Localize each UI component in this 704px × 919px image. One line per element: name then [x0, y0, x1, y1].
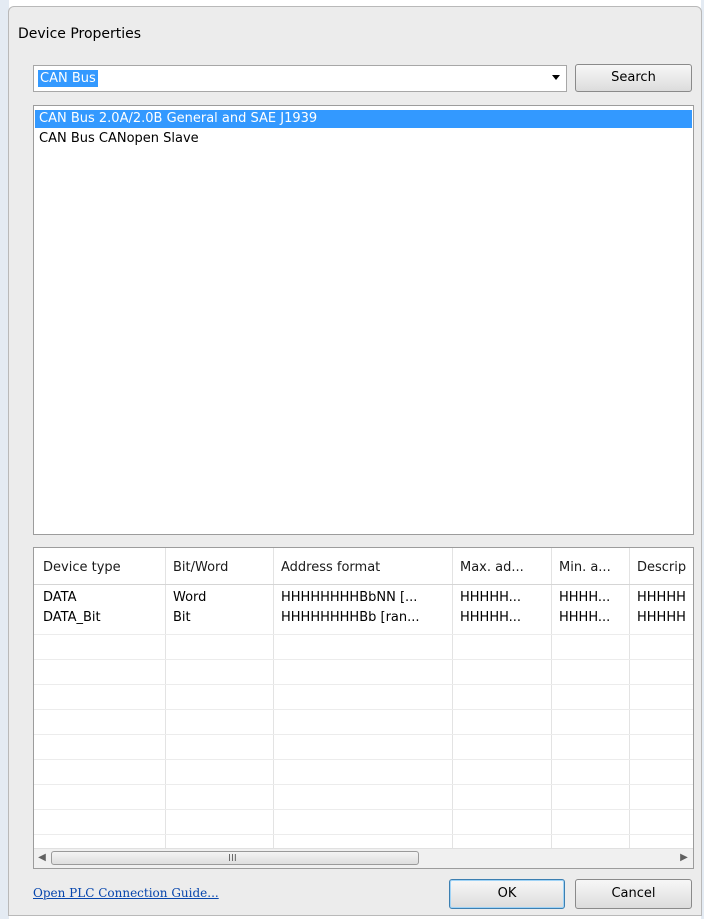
scroll-left-icon[interactable]: ◀: [37, 853, 47, 863]
row-divider: [34, 634, 693, 635]
device-list-item-selected[interactable]: CAN Bus 2.0A/2.0B General and SAE J1939: [35, 110, 692, 128]
row-divider: [34, 834, 693, 835]
scrollbar-thumb[interactable]: III: [51, 851, 419, 865]
row-divider: [34, 759, 693, 760]
chevron-down-icon[interactable]: [552, 75, 560, 80]
dialog-title: Device Properties: [18, 26, 142, 42]
table-cell[interactable]: HHHH...: [559, 588, 627, 608]
row-divider: [34, 784, 693, 785]
ok-button[interactable]: OK: [449, 879, 565, 909]
column-header-max-address[interactable]: Max. ad...: [460, 558, 548, 578]
table-cell[interactable]: HHHHHHHHBb [ran...: [281, 608, 449, 628]
scroll-right-icon[interactable]: ▶: [679, 853, 689, 863]
row-divider: [34, 684, 693, 685]
header-separator: [34, 584, 693, 585]
device-type-table: Device type Bit/Word Address format Max.…: [33, 547, 694, 869]
row-divider: [34, 809, 693, 810]
table-cell[interactable]: HHHHH: [637, 608, 693, 628]
table-cell[interactable]: HHHHHHHHBbNN [...: [281, 588, 449, 608]
column-divider: [452, 548, 453, 848]
horizontal-scrollbar[interactable]: ◀ III ▶: [34, 848, 693, 868]
table-body: Device type Bit/Word Address format Max.…: [34, 548, 693, 848]
table-cell[interactable]: DATA: [43, 588, 161, 608]
column-header-min-address[interactable]: Min. a...: [559, 558, 627, 578]
table-cell[interactable]: HHHHH...: [460, 588, 548, 608]
column-divider: [629, 548, 630, 848]
table-cell[interactable]: Word: [173, 588, 269, 608]
table-cell[interactable]: HHHH...: [559, 608, 627, 628]
search-button[interactable]: Search: [575, 64, 692, 92]
column-header-bit-word[interactable]: Bit/Word: [173, 558, 269, 578]
table-cell[interactable]: HHHHH: [637, 588, 693, 608]
open-plc-connection-guide-link[interactable]: Open PLC Connection Guide...: [33, 886, 219, 900]
column-divider: [551, 548, 552, 848]
device-search-combobox[interactable]: CAN Bus: [33, 65, 567, 92]
column-header-address-format[interactable]: Address format: [281, 558, 449, 578]
device-list-item[interactable]: CAN Bus CANopen Slave: [35, 130, 692, 148]
column-divider: [273, 548, 274, 848]
device-list[interactable]: CAN Bus 2.0A/2.0B General and SAE J1939 …: [33, 105, 694, 535]
row-divider: [34, 709, 693, 710]
search-input-value[interactable]: CAN Bus: [38, 70, 98, 87]
cancel-button[interactable]: Cancel: [575, 879, 692, 909]
scrollbar-grip: III: [228, 853, 237, 864]
table-cell[interactable]: DATA_Bit: [43, 608, 161, 628]
column-header-description[interactable]: Descrip: [637, 558, 693, 578]
column-divider: [165, 548, 166, 848]
table-cell[interactable]: HHHHH...: [460, 608, 548, 628]
table-cell[interactable]: Bit: [173, 608, 269, 628]
row-divider: [34, 734, 693, 735]
row-divider: [34, 659, 693, 660]
column-header-device-type[interactable]: Device type: [43, 558, 161, 578]
